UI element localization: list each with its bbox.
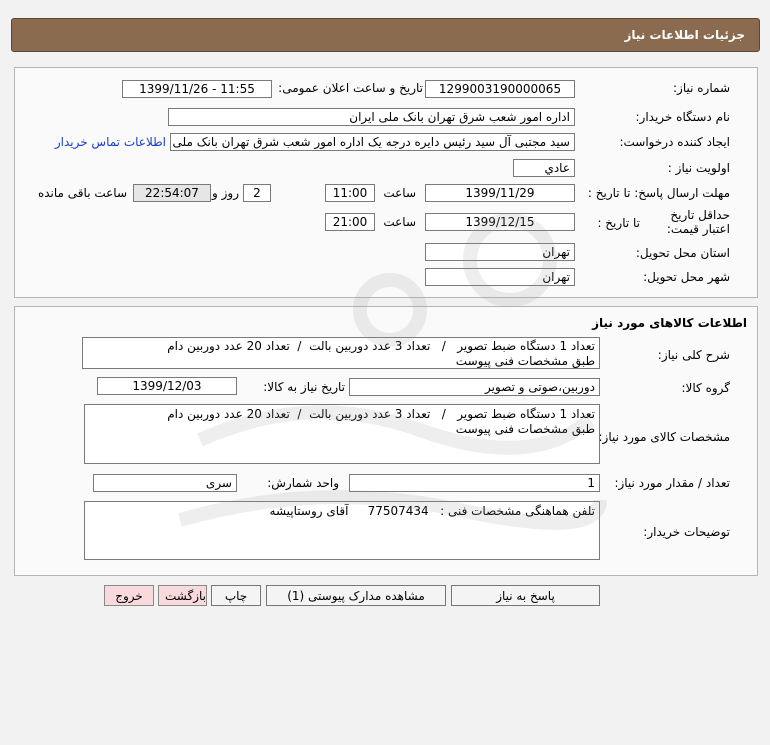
quantity-field: 1 bbox=[349, 474, 600, 492]
price-validity-time-field: 21:00 bbox=[325, 213, 375, 231]
buyer-notes-label: توضیحات خریدار: bbox=[643, 525, 730, 539]
reply-time-field: 11:00 bbox=[325, 184, 375, 202]
goods-group-field: دوربین،صوتی و تصویر bbox=[349, 378, 600, 396]
print-button[interactable]: چاپ bbox=[211, 585, 261, 606]
need-details-panel bbox=[14, 67, 758, 298]
reply-deadline-label: مهلت ارسال پاسخ: تا تاریخ : bbox=[587, 186, 730, 200]
announce-datetime-field: 1399/11/26 - 11:55 bbox=[122, 80, 272, 98]
goods-group-label: گروه کالا: bbox=[681, 381, 731, 395]
general-desc-field: تعداد 1 دستگاه ضبط تصویر / تعداد 3 عدد د… bbox=[82, 337, 600, 369]
unit-field: سری bbox=[93, 474, 237, 492]
days-label: روز و bbox=[212, 186, 239, 200]
price-validity-label: حداقل تاریخ اعتبار قیمت: bbox=[666, 208, 730, 236]
general-desc-label: شرح کلی نیاز: bbox=[657, 348, 730, 362]
need-number-label: شماره نیاز: bbox=[673, 81, 730, 95]
exit-button[interactable]: خروج bbox=[104, 585, 154, 606]
remaining-time-field: 22:54:07 bbox=[133, 184, 211, 202]
requester-label: ایجاد کننده درخواست: bbox=[619, 135, 730, 149]
need-date-field: 1399/12/03 bbox=[97, 377, 237, 395]
buyer-org-field: اداره امور شعب شرق تهران بانک ملی ایران bbox=[168, 108, 575, 126]
buyer-org-label: نام دستگاه خریدار: bbox=[635, 110, 731, 124]
attachments-button[interactable]: مشاهده مدارک پیوستی (1) bbox=[266, 585, 446, 606]
reply-date-field: 1399/11/29 bbox=[425, 184, 575, 202]
goods-specs-label: مشخصات کالای مورد نیاز: bbox=[598, 430, 730, 444]
page-header: جزئیات اطلاعات نیاز bbox=[11, 18, 760, 52]
page-title: جزئیات اطلاعات نیاز bbox=[624, 28, 745, 42]
need-number-field: 1299003190000065 bbox=[425, 80, 575, 98]
announce-datetime-label: تاریخ و ساعت اعلان عمومی: bbox=[278, 81, 423, 95]
remaining-time-label: ساعت باقی مانده bbox=[37, 186, 127, 200]
days-remaining-field: 2 bbox=[243, 184, 271, 202]
price-validity-time-label: ساعت bbox=[383, 215, 416, 229]
need-date-label: تاریخ نیاز به کالا: bbox=[263, 380, 345, 394]
price-validity-date-field: 1399/12/15 bbox=[425, 213, 575, 231]
reply-button[interactable]: پاسخ به نیاز bbox=[451, 585, 600, 606]
price-validity-until-label: تا تاریخ : bbox=[597, 216, 640, 230]
reply-time-label: ساعت bbox=[383, 186, 416, 200]
buyer-contact-link[interactable]: اطلاعات تماس خریدار bbox=[55, 135, 166, 149]
quantity-label: تعداد / مقدار مورد نیاز: bbox=[614, 476, 730, 490]
city-field: تهران bbox=[425, 268, 575, 286]
goods-specs-field: تعداد 1 دستگاه ضبط تصویر / تعداد 3 عدد د… bbox=[84, 404, 600, 464]
back-button[interactable]: بازگشت bbox=[158, 585, 207, 606]
buyer-notes-field: تلفن هماهنگی مشخصات فنی : 77507434 آقای … bbox=[84, 501, 600, 560]
goods-section-title: اطلاعات کالاهای مورد نیاز bbox=[592, 316, 747, 330]
priority-field: عادي bbox=[513, 159, 575, 177]
province-label: استان محل تحویل: bbox=[635, 246, 730, 260]
city-label: شهر محل تحویل: bbox=[643, 270, 730, 284]
province-field: تهران bbox=[425, 243, 575, 261]
unit-label: واحد شمارش: bbox=[267, 476, 339, 490]
priority-label: اولویت نیاز : bbox=[667, 161, 730, 175]
requester-field: سید مجتبی آل سید رئیس دایره درجه یک ادار… bbox=[170, 133, 575, 151]
